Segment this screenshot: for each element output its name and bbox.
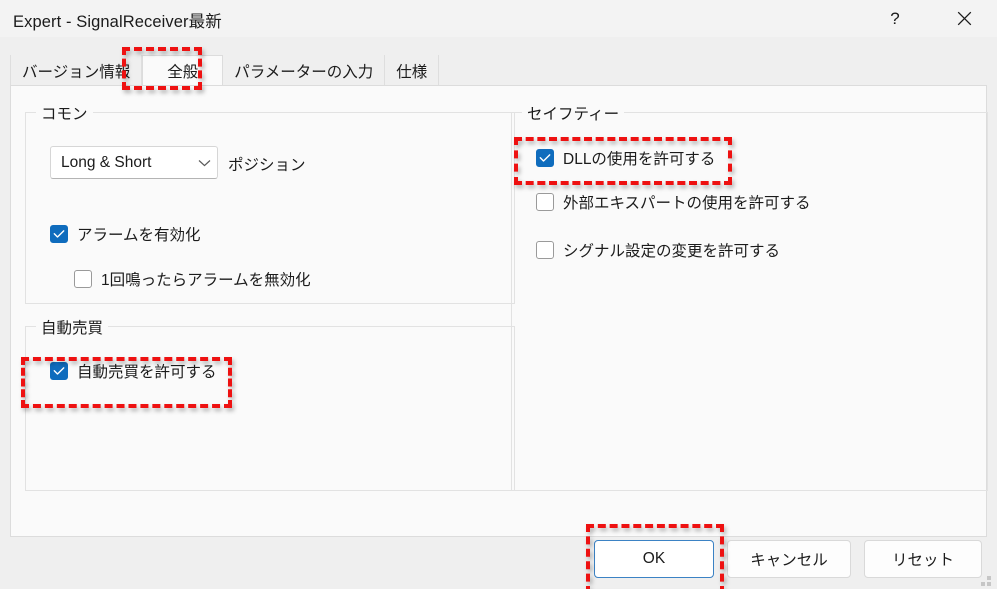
help-button[interactable]: ? xyxy=(872,0,918,37)
allow-dll-label: DLLの使用を許可する xyxy=(563,151,716,168)
tab-version-info[interactable]: バージョン情報 xyxy=(10,55,143,86)
cancel-button[interactable]: キャンセル xyxy=(727,540,851,578)
group-autotrade-legend: 自動売買 xyxy=(36,316,109,338)
allow-external-expert-label: 外部エキスパートの使用を許可する xyxy=(563,195,811,212)
disable-alarm-after-once-checkbox[interactable]: 1回鳴ったらアラームを無効化 xyxy=(74,268,311,290)
checkbox-unchecked-icon xyxy=(74,270,92,288)
tab-content-panel: コモン Long & Short ポジション アラームを有効化 1回鳴ったらアラ… xyxy=(10,85,988,537)
title-bar: Expert - SignalReceiver最新 ? xyxy=(0,0,997,37)
position-label: ポジション xyxy=(228,157,306,174)
group-autotrade: 自動売買 自動売買を許可する xyxy=(25,316,515,491)
question-mark-icon: ? xyxy=(890,9,900,28)
checkbox-checked-icon xyxy=(536,149,554,167)
allow-external-expert-checkbox[interactable]: 外部エキスパートの使用を許可する xyxy=(536,191,811,213)
group-common: コモン Long & Short ポジション アラームを有効化 1回鳴ったらアラ… xyxy=(25,102,515,304)
tab-general[interactable]: 全般 xyxy=(142,55,224,86)
window-title: Expert - SignalReceiver最新 xyxy=(13,13,222,31)
position-dropdown[interactable]: Long & Short xyxy=(50,146,218,179)
checkbox-unchecked-icon xyxy=(536,241,554,259)
group-common-legend: コモン xyxy=(36,102,93,124)
ok-button[interactable]: OK xyxy=(594,540,714,578)
allow-autotrade-checkbox[interactable]: 自動売買を許可する xyxy=(50,360,217,382)
allow-autotrade-label: 自動売買を許可する xyxy=(77,364,217,381)
tab-parameter-input[interactable]: パラメーターの入力 xyxy=(223,55,386,86)
group-safety-legend: セイフティー xyxy=(522,102,625,124)
checkbox-unchecked-icon xyxy=(536,193,554,211)
enable-alarm-checkbox[interactable]: アラームを有効化 xyxy=(50,223,201,245)
enable-alarm-label: アラームを有効化 xyxy=(77,227,201,244)
tab-strip: バージョン情報 全般 パラメーターの入力 仕様 xyxy=(10,55,440,86)
allow-signal-change-checkbox[interactable]: シグナル設定の変更を許可する xyxy=(536,239,780,261)
chevron-down-icon xyxy=(191,159,217,167)
checkbox-checked-icon xyxy=(50,225,68,243)
disable-alarm-after-once-label: 1回鳴ったらアラームを無効化 xyxy=(101,272,311,289)
group-safety: セイフティー DLLの使用を許可する 外部エキスパートの使用を許可する シグナル… xyxy=(511,102,988,491)
reset-button[interactable]: リセット xyxy=(864,540,982,578)
close-button[interactable] xyxy=(941,0,987,37)
tab-specification[interactable]: 仕様 xyxy=(385,55,440,86)
close-icon xyxy=(957,11,972,26)
expert-settings-dialog: Expert - SignalReceiver最新 ? バージョン情報 全般 パ… xyxy=(0,0,997,589)
position-dropdown-value: Long & Short xyxy=(61,153,152,171)
checkbox-checked-icon xyxy=(50,362,68,380)
allow-signal-change-label: シグナル設定の変更を許可する xyxy=(563,243,781,260)
allow-dll-checkbox[interactable]: DLLの使用を許可する xyxy=(536,147,715,169)
resize-grip-icon[interactable] xyxy=(981,573,994,586)
